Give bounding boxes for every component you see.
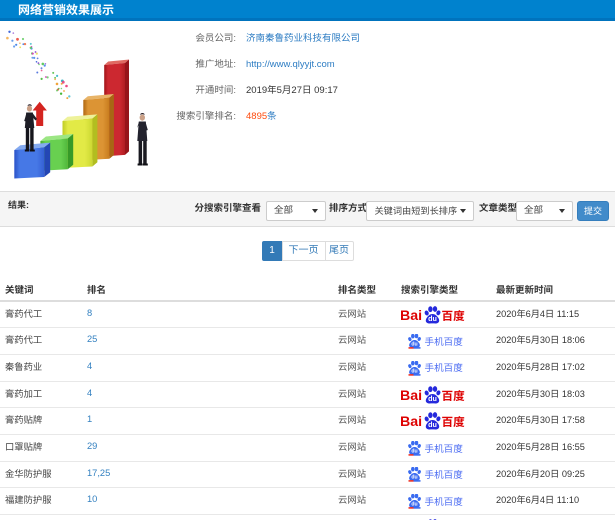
svg-text:du: du xyxy=(428,314,437,323)
svg-text:Bai: Bai xyxy=(401,308,422,324)
svg-text:Bai: Bai xyxy=(401,415,422,431)
svg-text:百度: 百度 xyxy=(442,390,466,403)
svg-text:du: du xyxy=(428,421,437,430)
svg-text:du: du xyxy=(411,449,417,455)
svg-text:du: du xyxy=(411,502,417,508)
svg-text:百度: 百度 xyxy=(442,416,466,429)
svg-text:百度: 百度 xyxy=(442,310,466,323)
svg-text:du: du xyxy=(411,475,417,481)
svg-text:du: du xyxy=(428,394,437,403)
svg-text:du: du xyxy=(411,368,417,374)
svg-text:Bai: Bai xyxy=(401,388,422,404)
svg-text:du: du xyxy=(411,342,417,348)
